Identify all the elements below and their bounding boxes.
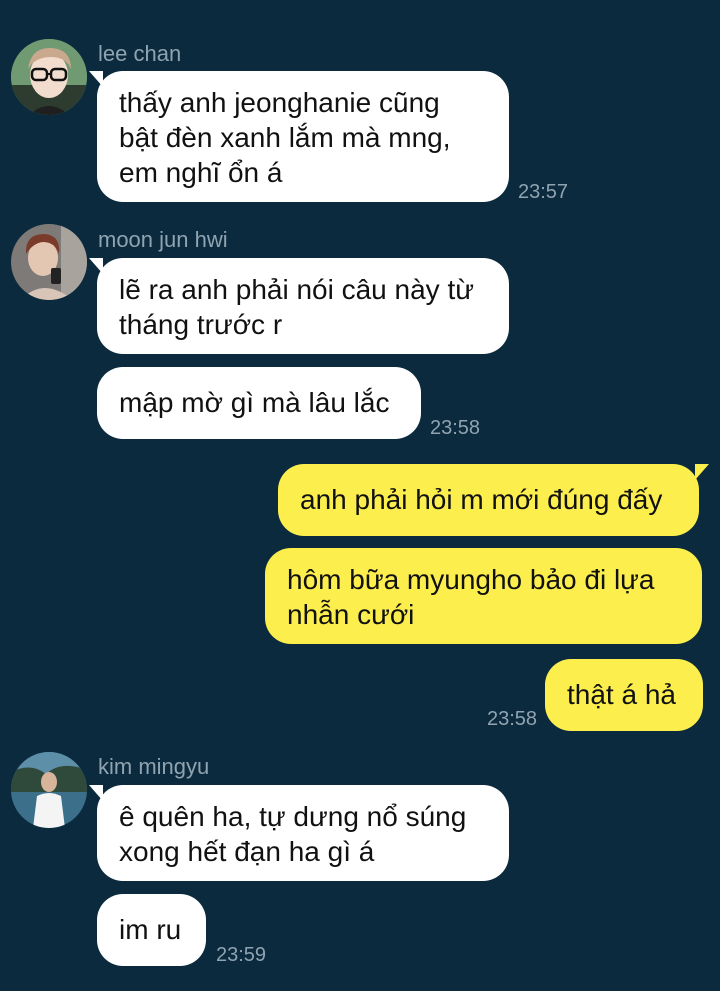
bubble-tail xyxy=(89,258,103,274)
avatar-lee-chan[interactable] xyxy=(11,39,87,115)
message-time: 23:59 xyxy=(216,944,267,966)
message-bubble[interactable]: lẽ ra anh phải nói câu này từ tháng trướ… xyxy=(89,258,509,354)
message-time: 23:58 xyxy=(430,417,481,439)
message-text: hôm bữa myungho bảo đi lựa xyxy=(287,564,655,595)
message-bubble-outgoing[interactable]: hôm bữa myungho bảo đi lựa nhẫn cưới xyxy=(265,548,702,644)
message-bubble[interactable]: thấy anh jeonghanie cũng bật đèn xanh lắ… xyxy=(89,71,509,202)
bubble-tail xyxy=(89,71,103,87)
message-text: ê quên ha, tự dưng nổ súng xyxy=(119,801,467,832)
message-text: thấy anh jeonghanie cũng xyxy=(119,87,440,118)
message-text: nhẫn cưới xyxy=(287,599,415,630)
message-text: thật á hả xyxy=(567,679,676,710)
bubble-tail xyxy=(695,464,709,480)
avatar-lee-chan-icon xyxy=(11,39,87,115)
message-text: tháng trước r xyxy=(119,309,283,340)
avatar-moon-jun-hwi[interactable] xyxy=(11,224,87,300)
message-bubble[interactable]: ê quên ha, tự dưng nổ súng xong hết đạn … xyxy=(89,785,509,881)
sender-name: kim mingyu xyxy=(98,754,210,779)
message-text: bật đèn xanh lắm mà mng, xyxy=(119,122,451,153)
message-time: 23:58 xyxy=(487,708,538,730)
message-bubble-outgoing[interactable]: anh phải hỏi m mới đúng đấy xyxy=(278,464,709,536)
bubble-tail xyxy=(89,785,103,801)
chat-thread[interactable]: lee chan thấy anh jeonghanie cũng bật đè… xyxy=(0,0,720,991)
message-text: xong hết đạn ha gì á xyxy=(119,836,375,867)
avatar-moon-jun-hwi-icon xyxy=(11,224,87,300)
message-text: anh phải hỏi m mới đúng đấy xyxy=(300,484,663,515)
sender-name: moon jun hwi xyxy=(98,227,228,252)
avatar-kim-mingyu-icon xyxy=(11,752,87,828)
message-bubble[interactable]: mập mờ gì mà lâu lắc xyxy=(97,367,421,439)
message-time: 23:57 xyxy=(518,181,569,203)
avatar-kim-mingyu[interactable] xyxy=(11,752,87,828)
message-text: im ru xyxy=(119,914,182,945)
message-text: mập mờ gì mà lâu lắc xyxy=(119,387,390,418)
message-text: em nghĩ ổn á xyxy=(119,157,283,188)
message-bubble[interactable]: im ru xyxy=(97,894,206,966)
message-text: lẽ ra anh phải nói câu này từ xyxy=(119,274,474,305)
message-bubble-outgoing[interactable]: thật á hả xyxy=(545,659,703,731)
sender-name: lee chan xyxy=(98,41,182,66)
